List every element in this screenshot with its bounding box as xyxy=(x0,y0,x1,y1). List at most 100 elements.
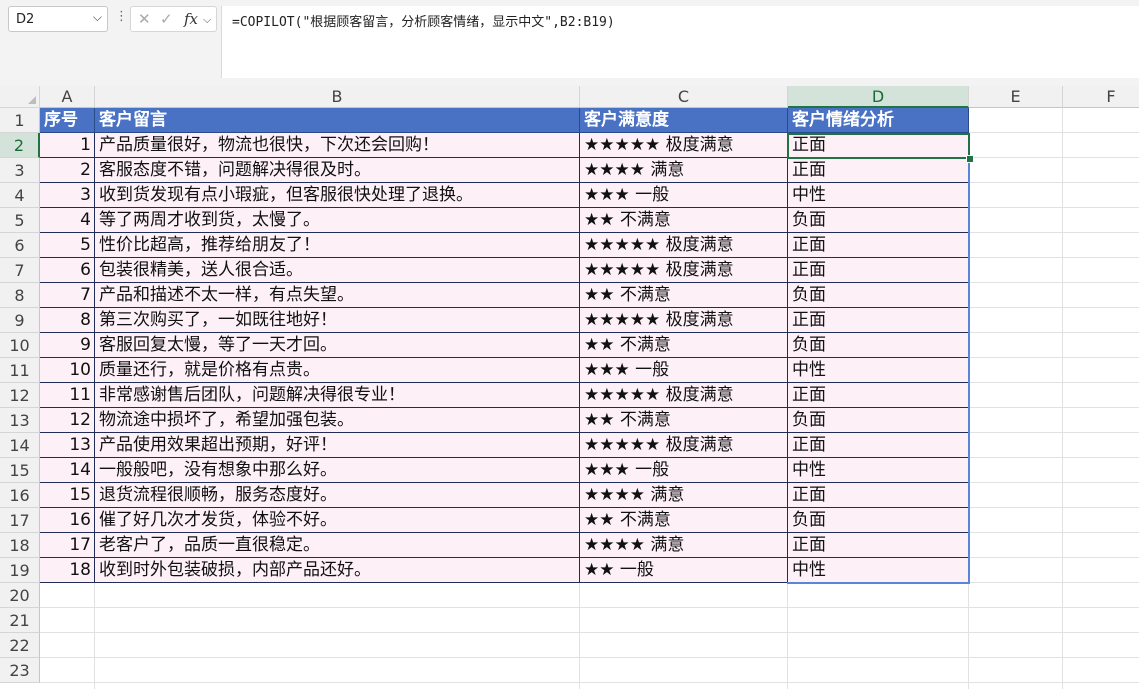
cell-customer-comment[interactable]: 产品质量很好，物流也很快，下次还会回购！ xyxy=(95,133,580,158)
cell-customer-satisfaction[interactable]: ★★★ 一般 xyxy=(580,183,788,208)
fill-handle[interactable] xyxy=(966,155,974,163)
table-header-customer-comment[interactable]: 客户留言 xyxy=(95,108,580,133)
cell-sentiment-analysis[interactable]: 正面 xyxy=(788,258,969,283)
cell-sentiment-analysis[interactable]: 正面 xyxy=(788,308,969,333)
cell-sentiment-analysis[interactable]: 中性 xyxy=(788,358,969,383)
column-header-b[interactable]: B xyxy=(95,86,580,108)
select-all-corner[interactable] xyxy=(0,86,40,108)
cell-serial-number[interactable]: 10 xyxy=(40,358,95,383)
cell-sentiment-analysis[interactable]: 中性 xyxy=(788,183,969,208)
cell-sentiment-analysis[interactable]: 负面 xyxy=(788,508,969,533)
cell-customer-satisfaction[interactable]: ★★ 不满意 xyxy=(580,283,788,308)
insert-function-icon[interactable]: fx xyxy=(184,10,198,28)
table-header-customer-satisfaction[interactable]: 客户满意度 xyxy=(580,108,788,133)
cell-sentiment-analysis[interactable]: 正面 xyxy=(788,483,969,508)
cell-customer-satisfaction[interactable]: ★★★★ 满意 xyxy=(580,158,788,183)
cell-serial-number[interactable]: 7 xyxy=(40,283,95,308)
row-header-18[interactable]: 18 xyxy=(0,533,40,558)
cell-customer-satisfaction[interactable]: ★★ 不满意 xyxy=(580,508,788,533)
cell-customer-comment[interactable]: 客服态度不错，问题解决得很及时。 xyxy=(95,158,580,183)
cell-customer-satisfaction[interactable]: ★★★★★ 极度满意 xyxy=(580,133,788,158)
column-header-a[interactable]: A xyxy=(40,86,95,108)
cell-customer-satisfaction[interactable]: ★★★★★ 极度满意 xyxy=(580,383,788,408)
cell-serial-number[interactable]: 16 xyxy=(40,508,95,533)
cell-customer-comment[interactable]: 等了两周才收到货，太慢了。 xyxy=(95,208,580,233)
cell-customer-comment[interactable]: 质量还行，就是价格有点贵。 xyxy=(95,358,580,383)
column-header-d[interactable]: D xyxy=(788,86,969,108)
cell-serial-number[interactable]: 3 xyxy=(40,183,95,208)
row-header-21[interactable]: 21 xyxy=(0,608,40,633)
cell-customer-comment[interactable]: 产品使用效果超出预期，好评！ xyxy=(95,433,580,458)
cell-customer-comment[interactable]: 收到货发现有点小瑕疵，但客服很快处理了退换。 xyxy=(95,183,580,208)
row-header-2[interactable]: 2 xyxy=(0,133,40,158)
cell-customer-satisfaction[interactable]: ★★★★★ 极度满意 xyxy=(580,308,788,333)
cell-customer-comment[interactable]: 非常感谢售后团队，问题解决得很专业！ xyxy=(95,383,580,408)
cell-customer-satisfaction[interactable]: ★★★★★ 极度满意 xyxy=(580,233,788,258)
cell-customer-satisfaction[interactable]: ★★★★★ 极度满意 xyxy=(580,258,788,283)
cell-customer-comment[interactable]: 催了好几次才发货，体验不好。 xyxy=(95,508,580,533)
cell-customer-satisfaction[interactable]: ★★ 不满意 xyxy=(580,208,788,233)
row-header-4[interactable]: 4 xyxy=(0,183,40,208)
cell-customer-satisfaction[interactable]: ★★ 不满意 xyxy=(580,333,788,358)
chevron-down-icon[interactable]: ⌵ xyxy=(93,10,102,25)
name-box[interactable]: D2 ⌵ xyxy=(8,6,108,32)
cell-customer-satisfaction[interactable]: ★★★★ 满意 xyxy=(580,483,788,508)
row-header-19[interactable]: 19 xyxy=(0,558,40,583)
cell-customer-satisfaction[interactable]: ★★★★ 满意 xyxy=(580,533,788,558)
chevron-down-icon[interactable]: ⌵ xyxy=(203,13,211,27)
cell-sentiment-analysis[interactable]: 中性 xyxy=(788,558,969,583)
cell-serial-number[interactable]: 2 xyxy=(40,158,95,183)
cell-serial-number[interactable]: 13 xyxy=(40,433,95,458)
more-options-icon[interactable]: ⋮ xyxy=(115,9,128,24)
row-header-1[interactable]: 1 xyxy=(0,108,40,133)
cell-customer-comment[interactable]: 物流途中损坏了，希望加强包装。 xyxy=(95,408,580,433)
cell-customer-comment[interactable]: 收到时外包装破损，内部产品还好。 xyxy=(95,558,580,583)
row-header-11[interactable]: 11 xyxy=(0,358,40,383)
row-header-20[interactable]: 20 xyxy=(0,583,40,608)
cell-serial-number[interactable]: 1 xyxy=(40,133,95,158)
row-header-22[interactable]: 22 xyxy=(0,633,40,658)
cell-customer-satisfaction[interactable]: ★★★ 一般 xyxy=(580,458,788,483)
column-header-f[interactable]: F xyxy=(1063,86,1139,108)
row-header-9[interactable]: 9 xyxy=(0,308,40,333)
cell-customer-comment[interactable]: 产品和描述不太一样，有点失望。 xyxy=(95,283,580,308)
cell-sentiment-analysis[interactable]: 负面 xyxy=(788,283,969,308)
cell-serial-number[interactable]: 17 xyxy=(40,533,95,558)
cell-serial-number[interactable]: 8 xyxy=(40,308,95,333)
cell-serial-number[interactable]: 18 xyxy=(40,558,95,583)
cell-sentiment-analysis[interactable]: 正面 xyxy=(788,133,969,158)
cell-sentiment-analysis[interactable]: 正面 xyxy=(788,533,969,558)
cell-serial-number[interactable]: 14 xyxy=(40,458,95,483)
cell-sentiment-analysis[interactable]: 负面 xyxy=(788,333,969,358)
cell-sentiment-analysis[interactable]: 中性 xyxy=(788,458,969,483)
cell-customer-comment[interactable]: 性价比超高，推荐给朋友了！ xyxy=(95,233,580,258)
cell-serial-number[interactable]: 9 xyxy=(40,333,95,358)
cell-customer-comment[interactable]: 客服回复太慢，等了一天才回。 xyxy=(95,333,580,358)
cell-customer-comment[interactable]: 第三次购买了，一如既往地好！ xyxy=(95,308,580,333)
row-header-12[interactable]: 12 xyxy=(0,383,40,408)
cell-sentiment-analysis[interactable]: 负面 xyxy=(788,208,969,233)
table-header-sentiment-analysis[interactable]: 客户情绪分析 xyxy=(788,108,969,133)
row-header-16[interactable]: 16 xyxy=(0,483,40,508)
row-header-23[interactable]: 23 xyxy=(0,658,40,683)
cell-sentiment-analysis[interactable]: 负面 xyxy=(788,408,969,433)
cell-serial-number[interactable]: 15 xyxy=(40,483,95,508)
cell-sentiment-analysis[interactable]: 正面 xyxy=(788,433,969,458)
cell-sentiment-analysis[interactable]: 正面 xyxy=(788,383,969,408)
enter-icon[interactable]: ✓ xyxy=(160,10,173,28)
cell-customer-comment[interactable]: 退货流程很顺畅，服务态度好。 xyxy=(95,483,580,508)
row-header-7[interactable]: 7 xyxy=(0,258,40,283)
table-header-serial-number[interactable]: 序号 xyxy=(40,108,95,133)
cell-sentiment-analysis[interactable]: 正面 xyxy=(788,158,969,183)
cell-customer-satisfaction[interactable]: ★★★★★ 极度满意 xyxy=(580,433,788,458)
row-header-17[interactable]: 17 xyxy=(0,508,40,533)
cell-serial-number[interactable]: 4 xyxy=(40,208,95,233)
cell-customer-satisfaction[interactable]: ★★ 一般 xyxy=(580,558,788,583)
row-header-15[interactable]: 15 xyxy=(0,458,40,483)
cell-serial-number[interactable]: 11 xyxy=(40,383,95,408)
cell-customer-satisfaction[interactable]: ★★★ 一般 xyxy=(580,358,788,383)
row-header-14[interactable]: 14 xyxy=(0,433,40,458)
cancel-icon[interactable]: ✕ xyxy=(138,10,151,28)
cell-serial-number[interactable]: 5 xyxy=(40,233,95,258)
formula-input[interactable]: =COPILOT("根据顾客留言，分析顾客情绪，显示中文",B2:B19) xyxy=(221,6,1139,78)
